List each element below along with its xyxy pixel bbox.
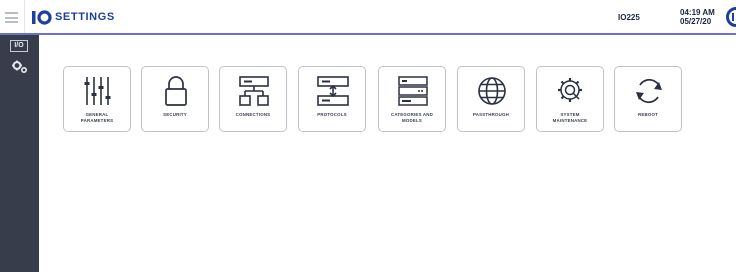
sliders-icon	[84, 77, 111, 105]
tile-label: CATEGORIES AND MODELS	[390, 112, 434, 123]
tile-label: PROTOCOLS	[317, 112, 347, 117]
hamburger-menu-icon[interactable]	[5, 12, 18, 23]
tile-label: GENERAL PARAMETERS	[80, 112, 114, 123]
tile-security[interactable]: SECURITY	[141, 66, 209, 132]
info-icon[interactable]	[726, 7, 736, 27]
gear-search-icon	[558, 78, 582, 102]
datetime: 04:19 AM 05/27/20	[680, 8, 715, 26]
reboot-icon	[636, 78, 662, 104]
tile-categories-and-models[interactable]: CATEGORIES AND MODELS	[378, 66, 446, 132]
tile-reboot[interactable]: REBOOT	[614, 66, 682, 132]
tile-passthrough[interactable]: PASSTHROUGH	[457, 66, 525, 132]
sidebar-item-io[interactable]: I/O	[10, 40, 28, 52]
date-text: 05/27/20	[680, 17, 712, 26]
tile-label: PASSTHROUGH	[472, 112, 510, 117]
time-text: 04:19 AM	[680, 8, 715, 17]
device-id: IO225	[618, 13, 640, 22]
tile-connections[interactable]: CONNECTIONS	[219, 66, 287, 132]
tile-protocols[interactable]: PROTOCOLS	[298, 66, 366, 132]
tile-label: SYSTEM MAINTENANCE	[552, 112, 588, 123]
settings-gears-icon	[12, 60, 28, 74]
divider	[24, 0, 25, 33]
settings-panel: GENERAL PARAMETERS SECURITY CONNECTIONS	[39, 35, 736, 272]
tile-label: REBOOT	[638, 112, 658, 117]
top-bar: SETTINGS IO225 04:19 AM 05/27/20	[0, 0, 736, 35]
tile-label: CONNECTIONS	[235, 112, 271, 117]
page-title: SETTINGS	[55, 11, 115, 23]
network-icon	[239, 76, 269, 106]
tile-general-parameters[interactable]: GENERAL PARAMETERS	[63, 66, 131, 132]
globe-icon	[478, 77, 506, 105]
protocol-icon	[317, 76, 349, 106]
server-rack-icon	[398, 76, 428, 106]
lock-icon	[165, 76, 187, 106]
sidebar: I/O	[0, 35, 39, 272]
tile-system-maintenance[interactable]: SYSTEM MAINTENANCE	[536, 66, 604, 132]
sidebar-item-settings[interactable]	[11, 60, 29, 74]
io-logo	[32, 7, 52, 27]
tile-label: SECURITY	[163, 112, 187, 117]
